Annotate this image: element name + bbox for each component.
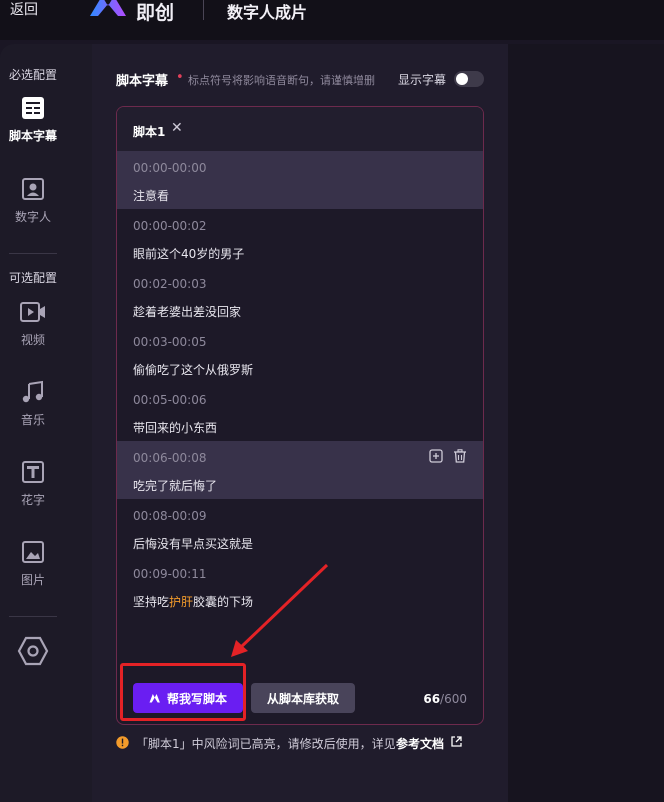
script-row[interactable]: 00:09-00:11 坚持吃护肝胶囊的下场 [117,557,483,615]
script-row[interactable]: 00:00-00:02 眼前这个40岁的男子 [117,209,483,267]
close-icon[interactable]: ✕ [171,120,183,136]
script-row[interactable]: 00:05-00:06 带回来的小东西 [117,383,483,441]
script-panel: 脚本1 ✕ 00:00-00:00 注意看 00:00-00:02 眼前这个40… [116,106,484,725]
script-row[interactable]: 00:00-00:00 注意看 [117,151,483,209]
add-row-icon[interactable] [429,449,443,463]
video-icon [20,302,45,322]
char-count-max: /600 [440,692,467,706]
script-row[interactable]: 00:06-00:08 吃完了就后悔了 [117,441,483,499]
script-rows: 00:00-00:00 注意看 00:00-00:02 眼前这个40岁的男子 0… [117,151,483,615]
row-text[interactable]: 趁着老婆出差没回家 [133,303,241,320]
text-style-icon [22,461,44,483]
row-time: 00:00-00:02 [133,219,207,233]
sidebar-item-label: 脚本字幕 [8,129,57,143]
music-icon [22,380,43,403]
row-text[interactable]: 吃完了就后悔了 [133,477,217,494]
optional-config-label: 可选配置 [9,271,58,285]
row-time: 00:08-00:09 [133,509,207,523]
sidebar-item-label: 图片 [20,573,45,587]
ai-logo-icon [149,694,160,703]
tab-script-1[interactable]: 脚本1 [133,123,165,140]
char-counter: 66/600 [423,692,467,706]
script-library-button[interactable]: 从脚本库获取 [251,683,355,713]
avatar-icon [22,178,44,200]
sidebar-item-video[interactable]: 视频 [0,300,66,348]
sidebar-settings[interactable] [0,636,66,666]
sidebar-item-avatar[interactable]: 数字人 [0,177,66,225]
reference-doc-link[interactable]: 参考文档 [396,735,444,752]
sidebar-item-script[interactable]: 脚本字幕 [0,96,66,144]
sidebar-divider [9,616,57,617]
script-icon [22,97,44,119]
script-tab-bar: 脚本1 ✕ [117,107,483,151]
sidebar-item-label: 数字人 [14,210,51,224]
sidebar-item-text-style[interactable]: 花字 [0,460,66,508]
script-row[interactable]: 00:02-00:03 趁着老婆出差没回家 [117,267,483,325]
ai-write-script-button[interactable]: 帮我写脚本 [133,683,243,713]
toggle-knob [456,73,468,85]
row-time: 00:03-00:05 [133,335,207,349]
show-subtitle-toggle[interactable] [454,71,484,87]
row-text-part: 胶囊的下场 [193,595,254,609]
required-config-label: 必选配置 [9,68,58,82]
show-subtitle-label: 显示字幕 [398,73,447,87]
sidebar-item-label: 花字 [20,493,45,507]
required-mark: • [176,70,184,85]
row-time: 00:06-00:08 [133,451,207,465]
sidebar-item-music[interactable]: 音乐 [0,380,66,428]
hexagon-settings-icon [17,636,49,666]
warning-text: 「脚本1」中风险词已高亮，请修改后使用，详见 [136,737,396,751]
row-text[interactable]: 后悔没有早点买这就是 [133,535,253,552]
row-time: 00:05-00:06 [133,393,207,407]
row-time: 00:09-00:11 [133,567,207,581]
section-title: 脚本字幕 [116,74,169,89]
sidebar-item-label: 视频 [20,333,45,347]
warning-icon [116,736,129,749]
button-label: 帮我写脚本 [166,691,227,706]
punctuation-hint: 标点符号将影响语音断句，请谨慎增删 [188,74,375,87]
app-title: 数字人成片 [227,3,308,22]
topbar-divider [203,0,204,20]
trash-icon[interactable] [453,449,467,463]
sidebar-item-label: 音乐 [20,413,45,427]
row-time: 00:02-00:03 [133,277,207,291]
row-text[interactable]: 偷偷吃了这个从俄罗斯 [133,361,253,378]
row-text[interactable]: 注意看 [133,187,169,204]
row-time: 00:00-00:00 [133,161,207,175]
back-link[interactable]: 返回 [10,0,38,20]
top-bar: 返回 即创 数字人成片 [0,0,664,40]
row-actions [429,449,467,463]
image-icon [22,541,44,563]
sidebar-divider [9,253,57,254]
row-text[interactable]: 带回来的小东西 [133,419,217,436]
logo-text: 即创 [136,2,175,24]
preview-pane [508,44,664,802]
char-count-current: 66 [423,692,441,706]
row-text-part: 坚持吃 [133,595,170,609]
risk-word: 护肝 [169,595,194,609]
script-row[interactable]: 00:03-00:05 偷偷吃了这个从俄罗斯 [117,325,483,383]
row-text[interactable]: 坚持吃护肝胶囊的下场 [133,593,253,610]
sidebar-item-image[interactable]: 图片 [0,540,66,588]
external-link-icon[interactable] [450,735,463,748]
script-row[interactable]: 00:08-00:09 后悔没有早点买这就是 [117,499,483,557]
row-text[interactable]: 眼前这个40岁的男子 [133,245,244,262]
sidebar: 必选配置 脚本字幕 数字人 可选配置 视频 音乐 花字 图片 [0,44,93,802]
